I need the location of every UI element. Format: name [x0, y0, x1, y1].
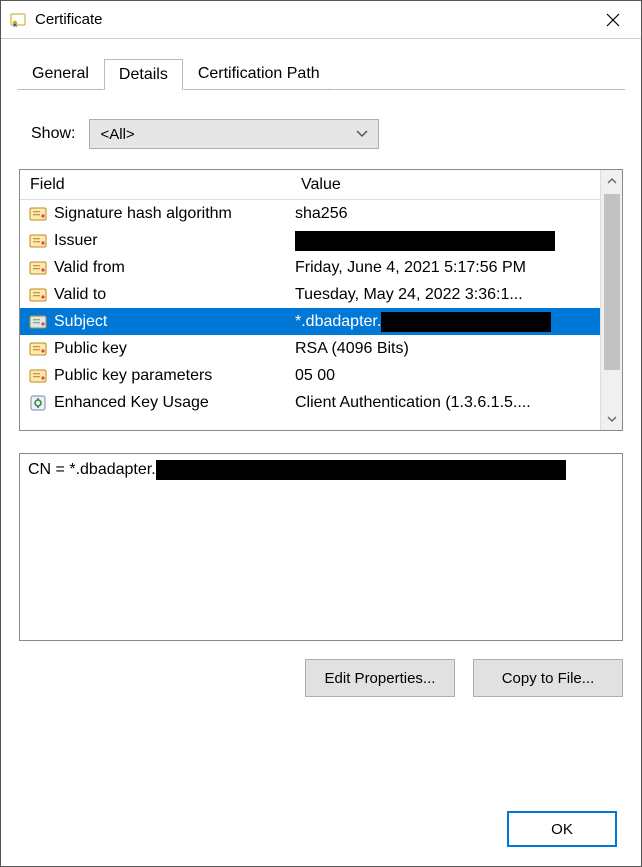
- action-buttons: Edit Properties... Copy to File...: [19, 659, 623, 697]
- list-row[interactable]: Issuer: [20, 227, 600, 254]
- list-row[interactable]: Signature hash algorithmsha256: [20, 200, 600, 227]
- cert-field-icon: [28, 366, 48, 386]
- row-value: Tuesday, May 24, 2022 3:36:1...: [295, 286, 600, 304]
- vertical-scrollbar[interactable]: [600, 170, 622, 430]
- row-value: Client Authentication (1.3.6.1.5....: [295, 394, 600, 412]
- close-button[interactable]: [593, 5, 633, 35]
- list-row[interactable]: Valid fromFriday, June 4, 2021 5:17:56 P…: [20, 254, 600, 281]
- titlebar: Certificate: [1, 1, 641, 39]
- certificate-icon: [9, 11, 27, 29]
- fields-list: Field Value Signature hash algorithmsha2…: [19, 169, 623, 431]
- scroll-down-button[interactable]: [601, 408, 622, 430]
- row-value: *.dbadapter.: [295, 312, 600, 332]
- copy-to-file-button[interactable]: Copy to File...: [473, 659, 623, 697]
- detail-line: CN = *.dbadapter.: [28, 460, 614, 480]
- dialog-footer: OK: [1, 802, 641, 866]
- show-filter-row: Show: <All>: [31, 119, 611, 149]
- list-row[interactable]: Valid toTuesday, May 24, 2022 3:36:1...: [20, 281, 600, 308]
- tab-general[interactable]: General: [17, 58, 104, 90]
- row-value: [295, 231, 600, 251]
- row-field: Valid from: [54, 259, 295, 277]
- scrollbar-thumb[interactable]: [604, 194, 620, 370]
- tab-strip: General Details Certification Path: [1, 39, 641, 89]
- chevron-down-icon: [607, 416, 617, 422]
- cert-field-icon: [28, 258, 48, 278]
- row-field: Enhanced Key Usage: [54, 394, 295, 412]
- show-label: Show:: [31, 125, 75, 143]
- row-value: sha256: [295, 205, 600, 223]
- chevron-down-icon: [356, 130, 368, 138]
- header-field[interactable]: Field: [20, 176, 295, 194]
- detail-text: CN = *.dbadapter.: [28, 461, 156, 479]
- show-selected: <All>: [100, 126, 134, 143]
- row-field: Subject: [54, 313, 295, 331]
- cert-field-icon: [28, 204, 48, 224]
- list-row[interactable]: Enhanced Key UsageClient Authentication …: [20, 389, 600, 416]
- field-detail-textbox[interactable]: CN = *.dbadapter.: [19, 453, 623, 641]
- row-value: RSA (4096 Bits): [295, 340, 600, 358]
- tab-details[interactable]: Details: [104, 59, 183, 90]
- show-dropdown[interactable]: <All>: [89, 119, 379, 149]
- row-field: Signature hash algorithm: [54, 205, 295, 223]
- extension-icon: [28, 393, 48, 413]
- window-title: Certificate: [35, 11, 593, 28]
- row-field: Issuer: [54, 232, 295, 250]
- cert-field-icon: [28, 231, 48, 251]
- edit-properties-button[interactable]: Edit Properties...: [305, 659, 455, 697]
- close-icon: [606, 13, 620, 27]
- tab-content: Show: <All> Field Value Signature hash a…: [1, 89, 641, 802]
- row-value: Friday, June 4, 2021 5:17:56 PM: [295, 259, 600, 277]
- chevron-up-icon: [607, 178, 617, 184]
- redacted-block: [381, 312, 551, 332]
- row-value: 05 00: [295, 367, 600, 385]
- tab-certification-path[interactable]: Certification Path: [183, 58, 335, 90]
- list-row[interactable]: Subject*.dbadapter.: [20, 308, 600, 335]
- row-field: Valid to: [54, 286, 295, 304]
- ok-button[interactable]: OK: [507, 811, 617, 847]
- list-rows: Signature hash algorithmsha256IssuerVali…: [20, 200, 600, 416]
- fields-list-viewport: Field Value Signature hash algorithmsha2…: [20, 170, 600, 430]
- row-field: Public key parameters: [54, 367, 295, 385]
- scroll-up-button[interactable]: [601, 170, 622, 192]
- redacted-block: [156, 460, 566, 480]
- cert-field-icon: [28, 312, 48, 332]
- list-header: Field Value: [20, 170, 600, 200]
- list-row[interactable]: Public keyRSA (4096 Bits): [20, 335, 600, 362]
- redacted-block: [295, 231, 555, 251]
- header-value[interactable]: Value: [295, 176, 600, 194]
- cert-field-icon: [28, 285, 48, 305]
- certificate-dialog: Certificate General Details Certificatio…: [0, 0, 642, 867]
- cert-field-icon: [28, 339, 48, 359]
- row-field: Public key: [54, 340, 295, 358]
- list-row[interactable]: Public key parameters05 00: [20, 362, 600, 389]
